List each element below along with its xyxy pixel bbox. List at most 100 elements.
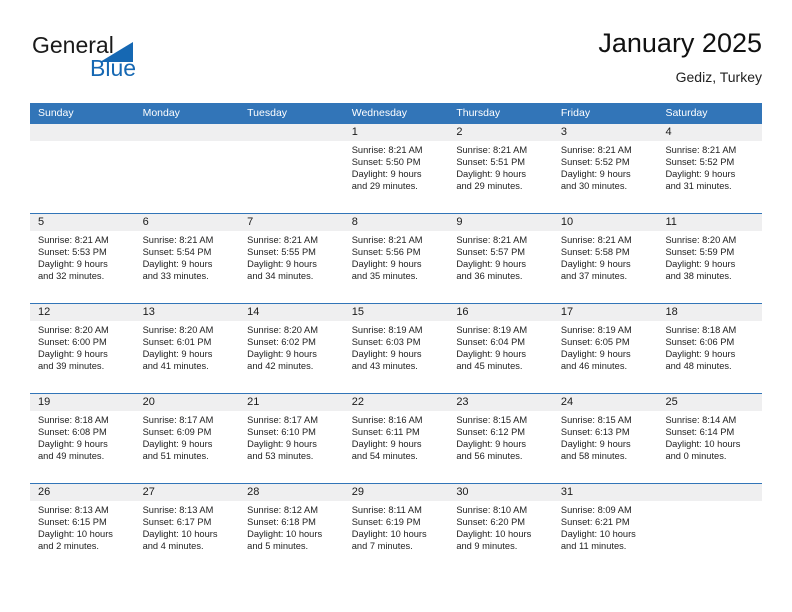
day-cell[interactable]: 30 Sunrise: 8:10 AM Sunset: 6:20 PM Dayl… bbox=[448, 484, 553, 572]
day-cell[interactable]: 29 Sunrise: 8:11 AM Sunset: 6:19 PM Dayl… bbox=[343, 484, 449, 572]
daylight-text: Daylight: 9 hours bbox=[351, 348, 422, 359]
daylight-text-cont: and 34 minutes. bbox=[247, 270, 314, 281]
sunset-text: Sunset: 6:17 PM bbox=[142, 516, 212, 527]
day-number: 17 bbox=[552, 304, 658, 321]
sunrise-text: Sunrise: 8:13 AM bbox=[38, 505, 109, 515]
day-details: Sunrise: 8:20 AM Sunset: 6:01 PM Dayligh… bbox=[135, 321, 240, 373]
day-number: 14 bbox=[239, 304, 344, 321]
daylight-text: Daylight: 10 hours bbox=[247, 528, 323, 539]
day-details: Sunrise: 8:21 AM Sunset: 5:58 PM Dayligh… bbox=[553, 231, 658, 283]
day-number: 31 bbox=[552, 484, 658, 501]
sunset-text: Sunset: 6:01 PM bbox=[142, 336, 212, 347]
sunrise-text: Sunrise: 8:17 AM bbox=[142, 415, 214, 425]
day-cell[interactable]: 11 Sunrise: 8:20 AM Sunset: 5:59 PM Dayl… bbox=[657, 214, 763, 302]
daylight-text-cont: and 31 minutes. bbox=[665, 180, 732, 191]
brand-name-blue: Blue bbox=[90, 55, 137, 81]
day-cell[interactable]: 28 Sunrise: 8:12 AM Sunset: 6:18 PM Dayl… bbox=[239, 484, 344, 572]
day-cell[interactable]: 24 Sunrise: 8:15 AM Sunset: 6:13 PM Dayl… bbox=[552, 394, 658, 482]
day-cell[interactable]: 17 Sunrise: 8:19 AM Sunset: 6:05 PM Dayl… bbox=[552, 304, 658, 392]
daylight-text: Daylight: 9 hours bbox=[38, 258, 108, 269]
day-cell[interactable]: 5 Sunrise: 8:21 AM Sunset: 5:53 PM Dayli… bbox=[30, 214, 135, 302]
calendar-week-row: 1 Sunrise: 8:21 AM Sunset: 5:50 PM Dayli… bbox=[30, 123, 763, 213]
day-cell[interactable] bbox=[30, 124, 135, 212]
day-cell[interactable]: 19 Sunrise: 8:18 AM Sunset: 6:08 PM Dayl… bbox=[30, 394, 135, 482]
day-details bbox=[135, 141, 240, 145]
daylight-text: Daylight: 9 hours bbox=[247, 258, 317, 269]
day-cell[interactable] bbox=[134, 124, 240, 212]
day-number bbox=[134, 124, 240, 141]
day-cell[interactable]: 16 Sunrise: 8:19 AM Sunset: 6:04 PM Dayl… bbox=[448, 304, 553, 392]
daylight-text-cont: and 49 minutes. bbox=[38, 450, 105, 461]
day-details: Sunrise: 8:09 AM Sunset: 6:21 PM Dayligh… bbox=[553, 501, 658, 553]
sunrise-text: Sunrise: 8:16 AM bbox=[351, 415, 423, 425]
day-cell[interactable]: 6 Sunrise: 8:21 AM Sunset: 5:54 PM Dayli… bbox=[134, 214, 240, 302]
sunset-text: Sunset: 5:54 PM bbox=[142, 246, 212, 257]
day-cell[interactable]: 26 Sunrise: 8:13 AM Sunset: 6:15 PM Dayl… bbox=[30, 484, 135, 572]
daylight-text-cont: and 36 minutes. bbox=[456, 270, 523, 281]
sunrise-text: Sunrise: 8:21 AM bbox=[247, 235, 318, 245]
daylight-text-cont: and 2 minutes. bbox=[38, 540, 99, 551]
day-cell[interactable]: 2 Sunrise: 8:21 AM Sunset: 5:51 PM Dayli… bbox=[448, 124, 553, 212]
daylight-text: Daylight: 9 hours bbox=[351, 438, 422, 449]
daylight-text: Daylight: 9 hours bbox=[560, 348, 631, 359]
day-cell[interactable]: 20 Sunrise: 8:17 AM Sunset: 6:09 PM Dayl… bbox=[134, 394, 240, 482]
daylight-text-cont: and 56 minutes. bbox=[456, 450, 523, 461]
daylight-text-cont: and 48 minutes. bbox=[665, 360, 732, 371]
day-number: 22 bbox=[343, 394, 449, 411]
day-cell[interactable]: 10 Sunrise: 8:21 AM Sunset: 5:58 PM Dayl… bbox=[552, 214, 658, 302]
day-cell[interactable]: 8 Sunrise: 8:21 AM Sunset: 5:56 PM Dayli… bbox=[343, 214, 449, 302]
day-cell[interactable]: 14 Sunrise: 8:20 AM Sunset: 6:02 PM Dayl… bbox=[239, 304, 344, 392]
day-cell[interactable]: 21 Sunrise: 8:17 AM Sunset: 6:10 PM Dayl… bbox=[239, 394, 344, 482]
day-cell[interactable]: 23 Sunrise: 8:15 AM Sunset: 6:12 PM Dayl… bbox=[448, 394, 553, 482]
weekday-header-thursday: Thursday bbox=[456, 107, 501, 119]
daylight-text-cont: and 41 minutes. bbox=[142, 360, 209, 371]
daylight-text: Daylight: 10 hours bbox=[351, 528, 427, 539]
weekday-header-row: Sunday Monday Tuesday Wednesday Thursday… bbox=[30, 103, 762, 123]
day-cell[interactable] bbox=[657, 484, 763, 572]
day-cell[interactable]: 13 Sunrise: 8:20 AM Sunset: 6:01 PM Dayl… bbox=[134, 304, 240, 392]
brand-logo[interactable]: General Blue bbox=[30, 32, 250, 92]
day-cell[interactable]: 18 Sunrise: 8:18 AM Sunset: 6:06 PM Dayl… bbox=[657, 304, 763, 392]
day-details: Sunrise: 8:15 AM Sunset: 6:13 PM Dayligh… bbox=[553, 411, 658, 463]
day-number: 27 bbox=[134, 484, 240, 501]
day-number bbox=[30, 124, 135, 141]
day-number: 26 bbox=[30, 484, 135, 501]
day-cell[interactable]: 3 Sunrise: 8:21 AM Sunset: 5:52 PM Dayli… bbox=[552, 124, 658, 212]
sunset-text: Sunset: 6:18 PM bbox=[247, 516, 316, 527]
sunset-text: Sunset: 5:52 PM bbox=[560, 156, 630, 167]
daylight-text: Daylight: 9 hours bbox=[560, 168, 631, 179]
daylight-text-cont: and 43 minutes. bbox=[351, 360, 418, 371]
daylight-text-cont: and 11 minutes. bbox=[560, 540, 627, 551]
day-cell[interactable]: 1 Sunrise: 8:21 AM Sunset: 5:50 PM Dayli… bbox=[343, 124, 449, 212]
day-number: 30 bbox=[448, 484, 553, 501]
calendar-page: General Blue January 2025 Gediz, Turkey … bbox=[0, 0, 792, 612]
day-cell[interactable]: 15 Sunrise: 8:19 AM Sunset: 6:03 PM Dayl… bbox=[343, 304, 449, 392]
day-number: 19 bbox=[30, 394, 135, 411]
daylight-text: Daylight: 9 hours bbox=[247, 348, 317, 359]
day-details: Sunrise: 8:15 AM Sunset: 6:12 PM Dayligh… bbox=[448, 411, 553, 463]
day-cell[interactable]: 25 Sunrise: 8:14 AM Sunset: 6:14 PM Dayl… bbox=[657, 394, 763, 482]
day-cell[interactable]: 9 Sunrise: 8:21 AM Sunset: 5:57 PM Dayli… bbox=[448, 214, 553, 302]
sunset-text: Sunset: 5:53 PM bbox=[38, 246, 107, 257]
day-cell[interactable]: 7 Sunrise: 8:21 AM Sunset: 5:55 PM Dayli… bbox=[239, 214, 344, 302]
daylight-text: Daylight: 9 hours bbox=[456, 168, 527, 179]
sunset-text: Sunset: 5:51 PM bbox=[456, 156, 526, 167]
sunrise-text: Sunrise: 8:10 AM bbox=[456, 505, 528, 515]
daylight-text-cont: and 4 minutes. bbox=[142, 540, 204, 551]
calendar-week-row: 5 Sunrise: 8:21 AM Sunset: 5:53 PM Dayli… bbox=[30, 213, 763, 303]
sunrise-text: Sunrise: 8:12 AM bbox=[247, 505, 318, 515]
day-cell[interactable]: 31 Sunrise: 8:09 AM Sunset: 6:21 PM Dayl… bbox=[552, 484, 658, 572]
day-details: Sunrise: 8:20 AM Sunset: 6:00 PM Dayligh… bbox=[30, 321, 135, 373]
day-cell[interactable] bbox=[239, 124, 344, 212]
day-cell[interactable]: 22 Sunrise: 8:16 AM Sunset: 6:11 PM Dayl… bbox=[343, 394, 449, 482]
sunrise-text: Sunrise: 8:20 AM bbox=[38, 325, 109, 335]
day-cell[interactable]: 4 Sunrise: 8:21 AM Sunset: 5:52 PM Dayli… bbox=[657, 124, 763, 212]
sunrise-text: Sunrise: 8:15 AM bbox=[560, 415, 632, 425]
day-cell[interactable]: 12 Sunrise: 8:20 AM Sunset: 6:00 PM Dayl… bbox=[30, 304, 135, 392]
sunset-text: Sunset: 5:55 PM bbox=[247, 246, 316, 257]
day-number: 18 bbox=[657, 304, 763, 321]
day-number: 3 bbox=[552, 124, 658, 141]
sunset-text: Sunset: 6:09 PM bbox=[142, 426, 212, 437]
sunrise-text: Sunrise: 8:20 AM bbox=[142, 325, 214, 335]
day-cell[interactable]: 27 Sunrise: 8:13 AM Sunset: 6:17 PM Dayl… bbox=[134, 484, 240, 572]
